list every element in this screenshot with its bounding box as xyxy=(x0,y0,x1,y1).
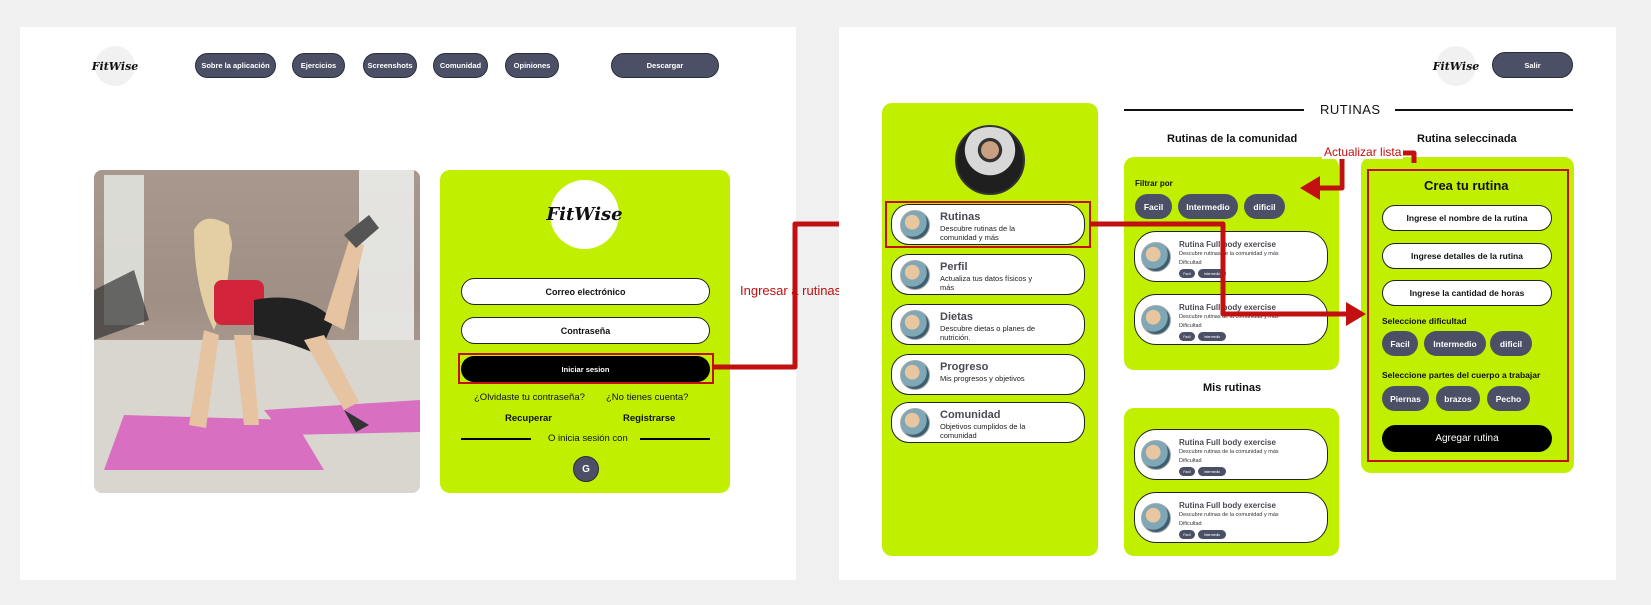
annotation-update-list: Actualizar lista xyxy=(1322,145,1404,159)
flow-arrow-update-list xyxy=(1300,150,1417,200)
